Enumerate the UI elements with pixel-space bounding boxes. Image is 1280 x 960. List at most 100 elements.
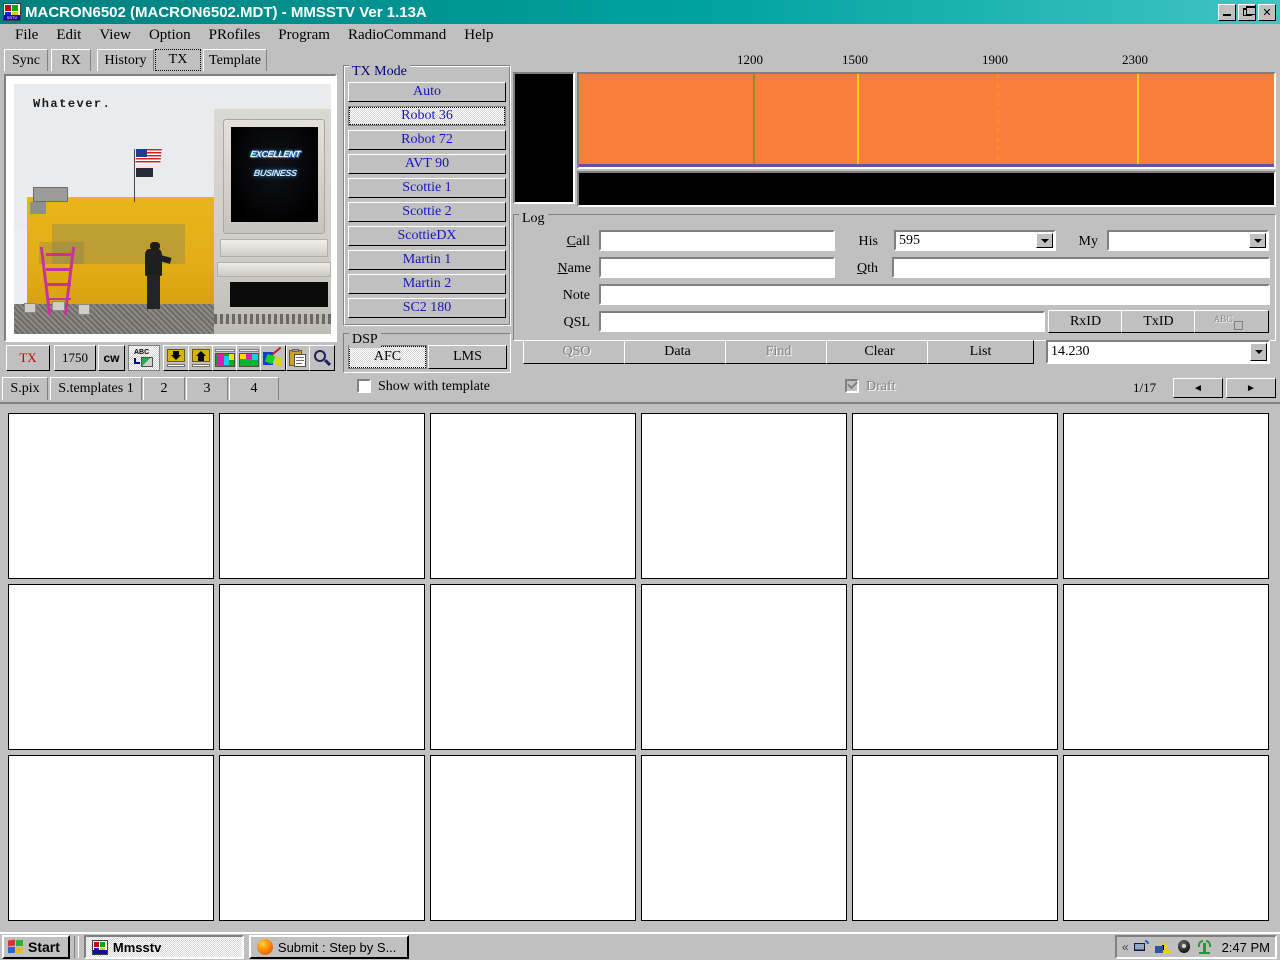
clipboard-icon[interactable] — [286, 345, 310, 371]
tab-sync[interactable]: Sync — [4, 49, 48, 71]
thumbnail-cell[interactable] — [8, 413, 214, 579]
tx-mode-robot-72[interactable]: Robot 72 — [348, 130, 506, 150]
thumbnail-cell[interactable] — [641, 584, 847, 750]
tx-mode-avt-90[interactable]: AVT 90 — [348, 154, 506, 174]
menu-item-view[interactable]: View — [90, 25, 140, 46]
menu-item-help[interactable]: Help — [455, 25, 502, 46]
thumbnail-cell[interactable] — [430, 755, 636, 921]
tray-clock[interactable]: 2:47 PM — [1222, 940, 1270, 955]
call-input[interactable] — [599, 230, 835, 251]
draft-checkbox[interactable] — [845, 378, 859, 393]
thumbnail-cell[interactable] — [852, 584, 1058, 750]
spectrum-display[interactable] — [577, 72, 1276, 169]
network-icon[interactable] — [1133, 940, 1150, 954]
thumbnail-cell[interactable] — [1063, 584, 1269, 750]
his-combo[interactable]: 595 — [894, 230, 1056, 251]
data-button[interactable]: Data — [624, 340, 731, 364]
tab-s-templates-4[interactable]: 4 — [229, 377, 279, 400]
tx-button[interactable]: TX — [6, 345, 50, 371]
thumbnail-cell[interactable] — [852, 413, 1058, 579]
taskbar-item-submit-step-by-s[interactable]: Submit : Step by S... — [248, 935, 409, 959]
prev-page-button[interactable]: ◄ — [1173, 378, 1223, 398]
tab-history[interactable]: History — [97, 49, 154, 71]
rxid-button[interactable]: RxID — [1048, 310, 1123, 333]
thumbnail-cell[interactable] — [430, 413, 636, 579]
list-button[interactable]: List — [927, 340, 1034, 364]
minimize-button[interactable] — [1218, 3, 1236, 21]
menu-item-radiocommand[interactable]: RadioCommand — [339, 25, 455, 46]
tx-mode-martin-2[interactable]: Martin 2 — [348, 274, 506, 294]
tab-tx[interactable]: TX — [155, 49, 201, 71]
name-input[interactable] — [599, 257, 835, 278]
speaker-icon[interactable] — [1176, 940, 1192, 954]
tx-mode-sc2-180[interactable]: SC2 180 — [348, 298, 506, 318]
qth-input[interactable] — [892, 257, 1270, 278]
menu-item-program[interactable]: Program — [269, 25, 339, 46]
frequency-dropdown-arrow[interactable] — [1250, 343, 1267, 361]
tx-image-canvas[interactable]: EXCELLENT BUSINESS Whatever. — [14, 84, 331, 334]
txid-button[interactable]: TxID — [1121, 310, 1196, 333]
tone-1750-button[interactable]: 1750 — [54, 345, 96, 371]
show-with-template-checkbox[interactable] — [357, 379, 371, 393]
tx-mode-scottiedx[interactable]: ScottieDX — [348, 226, 506, 246]
abc-macro-button[interactable]: ABC — [1194, 310, 1269, 333]
picture-a-icon[interactable] — [212, 345, 238, 371]
image-down-icon[interactable] — [163, 345, 189, 371]
tx-mode-scottie-2[interactable]: Scottie 2 — [348, 202, 506, 222]
tab-s-templates-3[interactable]: 3 — [186, 377, 228, 400]
sync-scope-display[interactable] — [513, 72, 575, 204]
find-button[interactable]: Find — [725, 340, 832, 364]
thumbnail-cell[interactable] — [219, 413, 425, 579]
tab-rx[interactable]: RX — [51, 49, 91, 71]
thumbnail-cell[interactable] — [1063, 413, 1269, 579]
menu-item-file[interactable]: File — [6, 25, 47, 46]
thumbnail-cell[interactable] — [641, 413, 847, 579]
restore-button[interactable] — [1238, 3, 1256, 21]
qso-button[interactable]: QSO — [523, 340, 630, 364]
waterfall-display[interactable] — [577, 171, 1276, 207]
frequency-combo[interactable]: 14.230 — [1046, 340, 1270, 364]
tx-mode-robot-36[interactable]: Robot 36 — [348, 106, 506, 126]
qsl-input[interactable] — [599, 311, 1045, 332]
menu-item-profiles[interactable]: PRofiles — [200, 25, 270, 46]
thumbnail-cell[interactable] — [219, 755, 425, 921]
tab-s-pix[interactable]: S.pix — [2, 377, 48, 400]
picture-b-icon[interactable] — [236, 345, 262, 371]
dsp-lms-button[interactable]: LMS — [428, 345, 507, 369]
text-to-image-icon[interactable]: ABC — [128, 345, 160, 371]
thumbnail-cell[interactable] — [8, 584, 214, 750]
tab-template[interactable]: Template — [203, 49, 267, 71]
mmsstv-app-icon[interactable]: SSTV — [3, 3, 21, 21]
note-input[interactable] — [599, 284, 1270, 305]
tray-expand-icon[interactable]: « — [1122, 940, 1129, 954]
thumbnail-cell[interactable] — [219, 584, 425, 750]
window-titlebar[interactable]: SSTV MACRON6502 (MACRON6502.MDT) - MMSST… — [0, 0, 1280, 24]
taskbar-item-mmsstv[interactable]: Mmsstv — [83, 935, 244, 959]
cw-button[interactable]: cw — [98, 345, 125, 371]
thumbnail-cell[interactable] — [8, 755, 214, 921]
tx-mode-martin-1[interactable]: Martin 1 — [348, 250, 506, 270]
draw-tools-icon[interactable] — [260, 345, 286, 371]
menu-item-option[interactable]: Option — [140, 25, 200, 46]
thumbnail-cell[interactable] — [1063, 755, 1269, 921]
tx-mode-auto[interactable]: Auto — [348, 82, 506, 102]
tx-mode-scottie-1[interactable]: Scottie 1 — [348, 178, 506, 198]
tab-s-templates-2[interactable]: 2 — [143, 377, 185, 400]
his-dropdown-arrow[interactable] — [1036, 233, 1053, 248]
zoom-icon[interactable] — [309, 345, 335, 371]
dsp-afc-button[interactable]: AFC — [348, 345, 427, 369]
tx-image-preview[interactable]: EXCELLENT BUSINESS Whatever. — [4, 74, 337, 342]
antenna-icon[interactable] — [1197, 940, 1213, 954]
warning-icon[interactable] — [1154, 940, 1171, 954]
thumbnail-cell[interactable] — [641, 755, 847, 921]
next-page-button[interactable]: ► — [1226, 378, 1276, 398]
close-button[interactable]: ✕ — [1258, 3, 1276, 21]
tab-s-templates-1[interactable]: S.templates 1 — [50, 377, 142, 400]
thumbnail-cell[interactable] — [430, 584, 636, 750]
my-combo[interactable] — [1107, 230, 1269, 251]
image-up-icon[interactable] — [188, 345, 214, 371]
start-button[interactable]: Start — [2, 935, 70, 959]
thumbnail-cell[interactable] — [852, 755, 1058, 921]
my-dropdown-arrow[interactable] — [1249, 233, 1266, 248]
taskbar-grip[interactable] — [73, 936, 79, 958]
